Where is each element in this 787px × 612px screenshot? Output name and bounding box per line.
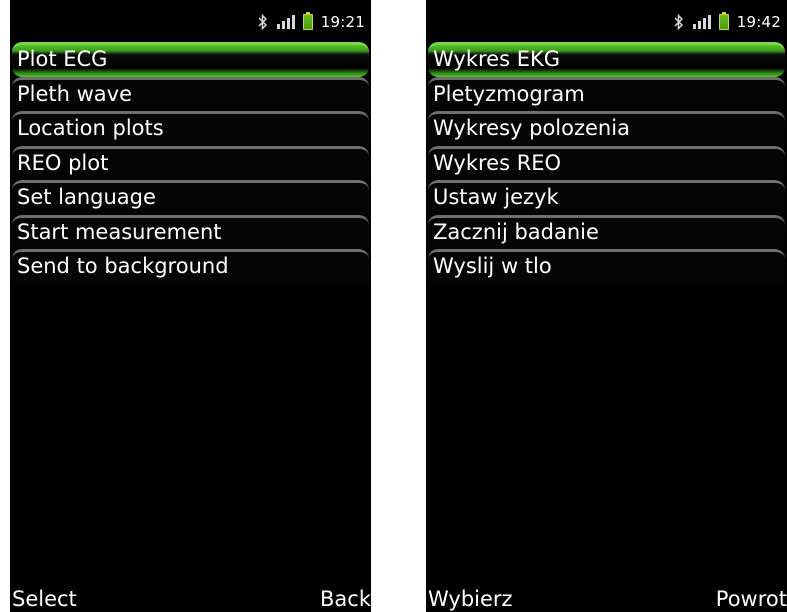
menu-item-wykres-reo[interactable]: Wykres REO [428, 145, 785, 180]
menu-item-zacznij-badanie[interactable]: Zacznij badanie [428, 214, 785, 249]
battery-icon [302, 12, 313, 30]
main-menu: Plot ECG Pleth wave Location plots REO p… [12, 42, 369, 284]
menu-item-plot-ecg[interactable]: Plot ECG [12, 42, 369, 77]
softkey-bar: Select Back [10, 572, 371, 612]
status-bar: 19:42 [426, 0, 787, 38]
battery-icon [718, 12, 729, 30]
status-clock: 19:42 [736, 13, 781, 31]
menu-item-wykres-ekg[interactable]: Wykres EKG [428, 42, 785, 77]
menu-item-set-language[interactable]: Set language [12, 180, 369, 215]
menu-item-send-to-background[interactable]: Send to background [12, 249, 369, 284]
bluetooth-icon [674, 13, 683, 31]
status-icons: 19:42 [673, 12, 781, 32]
menu-item-reo-plot[interactable]: REO plot [12, 145, 369, 180]
wybierz-softkey[interactable]: Wybierz [428, 587, 513, 611]
menu-item-ustaw-jezyk[interactable]: Ustaw jezyk [428, 180, 785, 215]
phone-screen-english: 19:21 Plot ECG Pleth wave Location plots… [10, 0, 371, 612]
phone-screen-polish: 19:42 Wykres EKG Pletyzmogram Wykresy po… [426, 0, 787, 612]
menu-item-wyslij-w-tlo[interactable]: Wyslij w tlo [428, 249, 785, 284]
signal-strength-icon [692, 15, 711, 29]
powrot-softkey[interactable]: Powrot [716, 587, 787, 611]
status-clock: 19:21 [320, 13, 365, 31]
menu-item-pleth-wave[interactable]: Pleth wave [12, 76, 369, 111]
menu-item-location-plots[interactable]: Location plots [12, 111, 369, 146]
select-softkey[interactable]: Select [12, 587, 77, 611]
softkey-bar: Wybierz Powrot [426, 572, 787, 612]
main-menu: Wykres EKG Pletyzmogram Wykresy polozeni… [428, 42, 785, 284]
menu-item-wykresy-polozenia[interactable]: Wykresy polozenia [428, 111, 785, 146]
status-bar: 19:21 [10, 0, 371, 38]
bluetooth-icon [258, 13, 267, 31]
menu-item-start-measurement[interactable]: Start measurement [12, 214, 369, 249]
status-icons: 19:21 [257, 12, 365, 32]
menu-item-pletyzmogram[interactable]: Pletyzmogram [428, 76, 785, 111]
signal-strength-icon [276, 15, 295, 29]
back-softkey[interactable]: Back [320, 587, 371, 611]
